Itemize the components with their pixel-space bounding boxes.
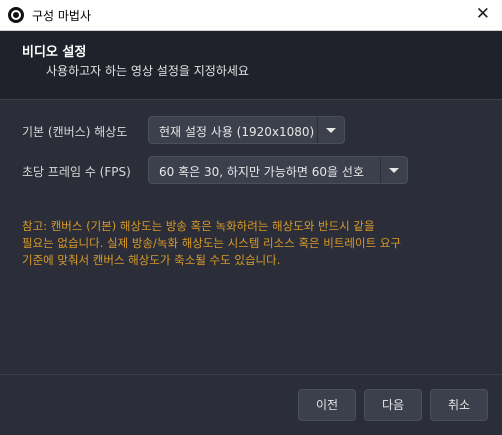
base-resolution-value: 현재 설정 사용 (1920x1080): [159, 125, 315, 139]
page-title: 비디오 설정: [22, 45, 87, 60]
note-line: 필요는 없습니다. 실제 방송/녹화 해상도는 시스템 리소스 혹은 비트레이트…: [22, 236, 401, 250]
fps-dropdown[interactable]: 60 혹은 30, 하지만 가능하면 60을 선호: [148, 156, 408, 184]
note-line: 기준에 맞춰서 캔버스 해상도가 축소될 수도 있습니다.: [22, 253, 281, 267]
footer-divider: [0, 374, 502, 375]
base-resolution-dropdown[interactable]: 현재 설정 사용 (1920x1080): [148, 116, 345, 144]
note-line: 참고: 캔버스 (기본) 해상도는 방송 혹은 녹화하려는 해상도와 반드시 같…: [22, 219, 375, 233]
base-resolution-label: 기본 (캔버스) 해상도: [22, 125, 128, 139]
next-button[interactable]: 다음: [364, 389, 422, 421]
chevron-down-icon[interactable]: [380, 157, 407, 183]
fps-value: 60 혹은 30, 하지만 가능하면 60을 선호: [159, 165, 364, 179]
title-bar: 구성 마법사 ✕: [0, 0, 502, 31]
window-title: 구성 마법사: [32, 9, 92, 23]
page-header: 비디오 설정 사용하고자 하는 영상 설정을 지정하세요: [0, 31, 502, 100]
close-icon[interactable]: ✕: [476, 4, 490, 24]
obs-logo-icon: [8, 7, 24, 23]
fps-label: 초당 프레임 수 (FPS): [22, 165, 131, 179]
cancel-button[interactable]: 취소: [430, 389, 488, 421]
page-subtitle: 사용하고자 하는 영상 설정을 지정하세요: [46, 64, 249, 78]
resolution-note: 참고: 캔버스 (기본) 해상도는 방송 혹은 녹화하려는 해상도와 반드시 같…: [22, 218, 482, 269]
back-button[interactable]: 이전: [298, 389, 356, 421]
chevron-down-icon[interactable]: [317, 117, 344, 143]
